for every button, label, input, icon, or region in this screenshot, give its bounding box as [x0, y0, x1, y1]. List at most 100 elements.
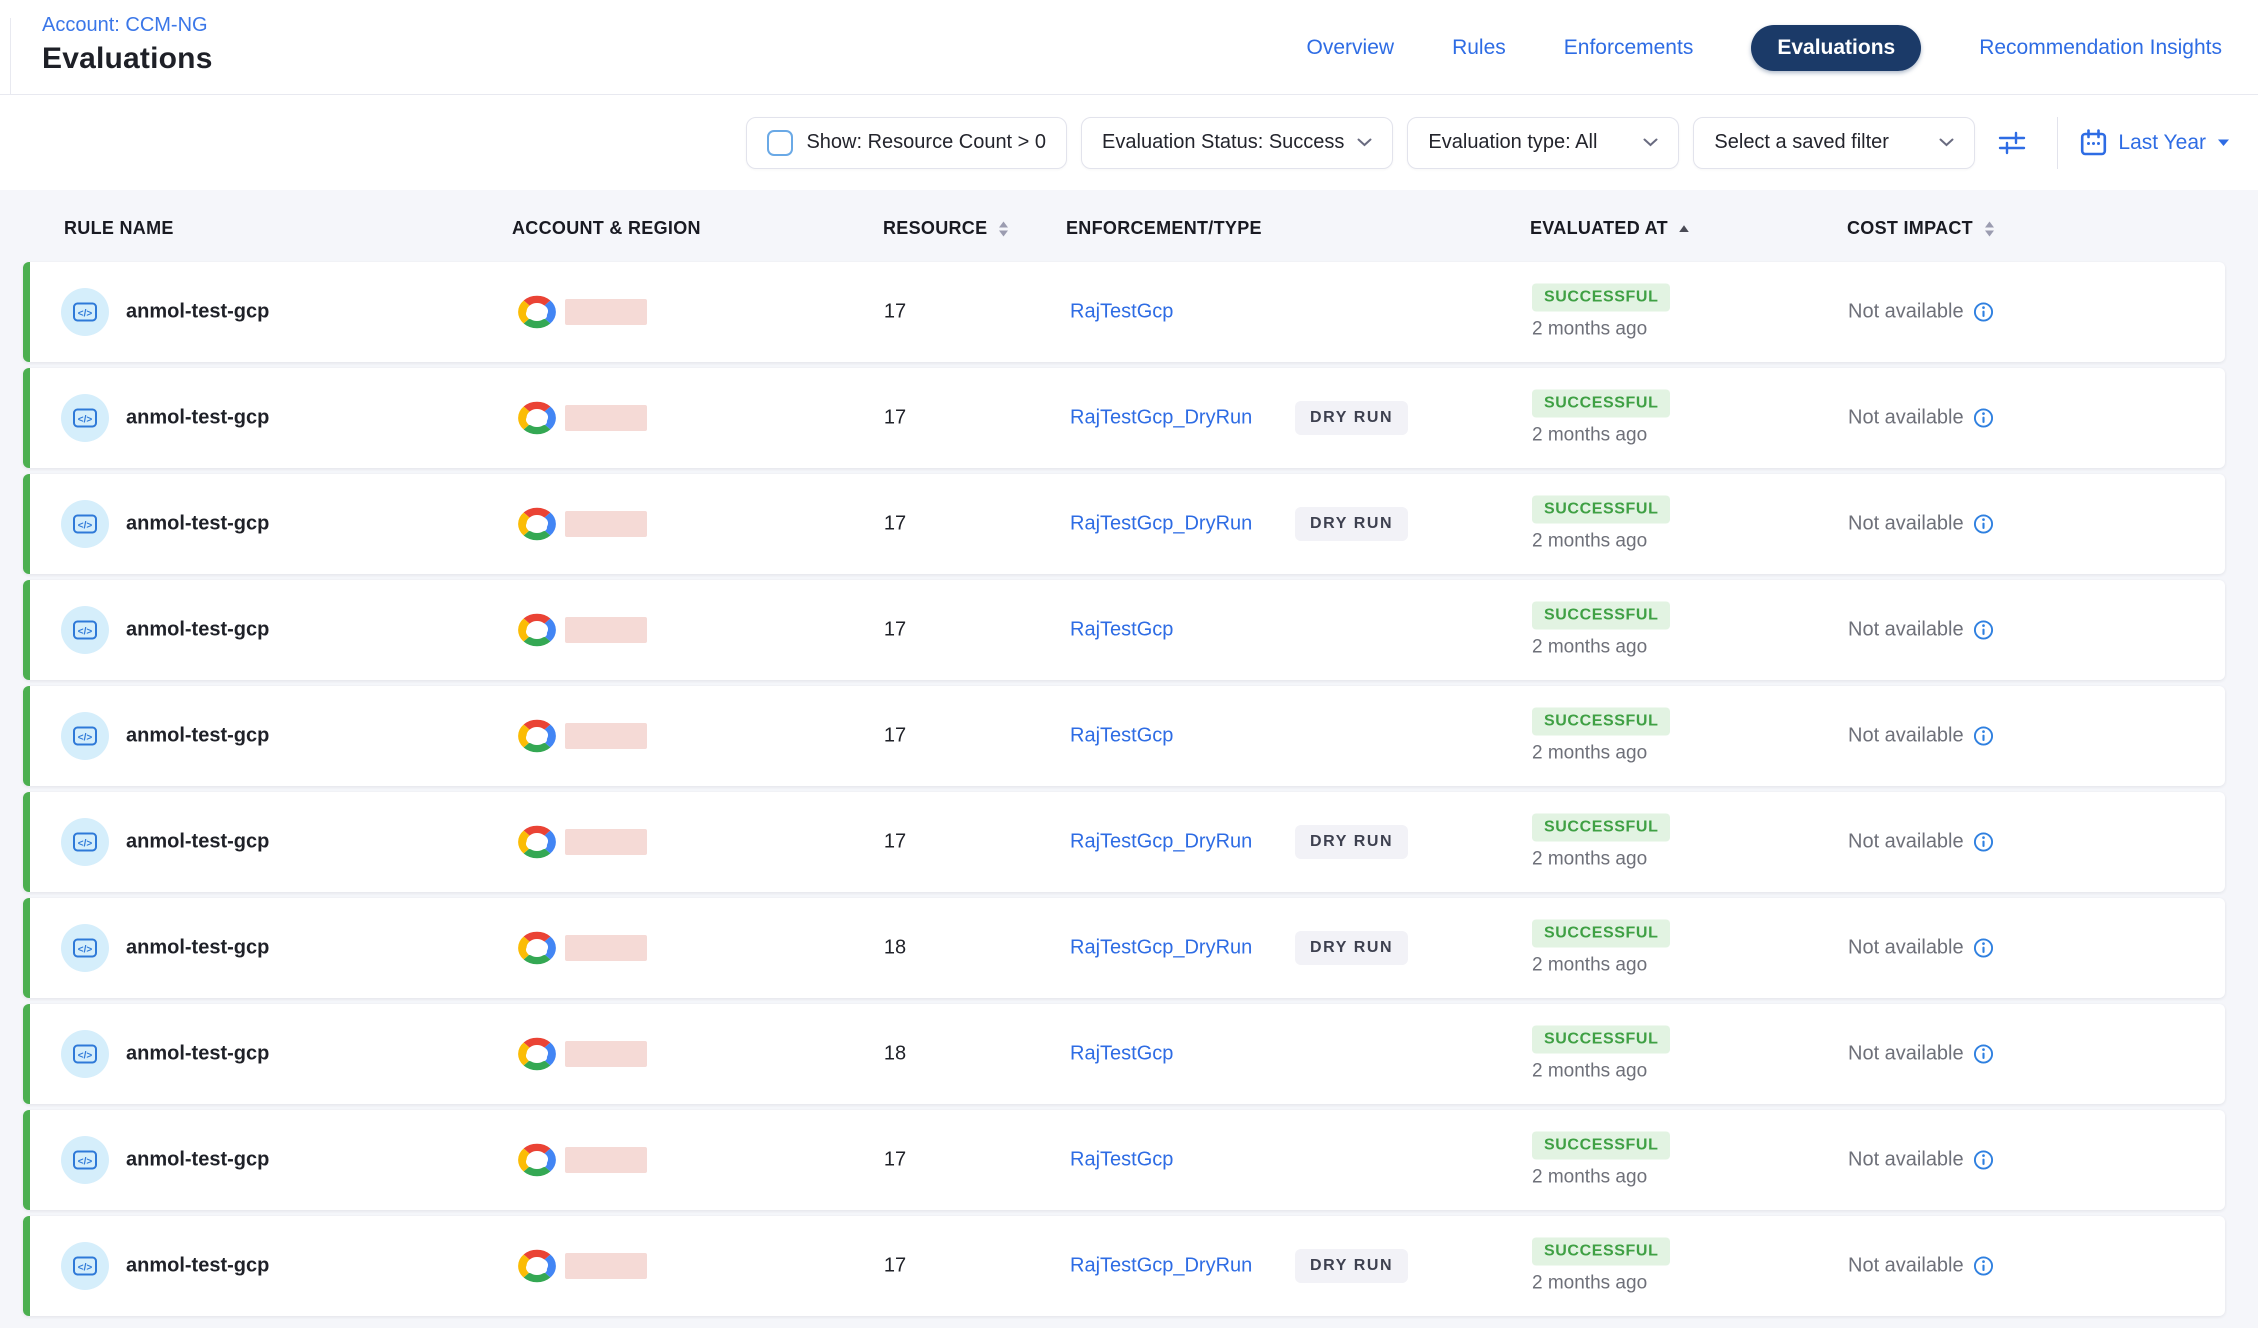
enforcement-link[interactable]: RajTestGcp [1070, 301, 1173, 324]
info-circle-icon[interactable] [1973, 302, 1994, 323]
evaluation-row[interactable]: </> anmol-test-gcp 17 RajTestGcp SUCCESS… [23, 580, 2225, 680]
svg-text:</>: </> [78, 309, 93, 320]
status-badge: SUCCESSFUL [1532, 496, 1670, 524]
gcp-cloud-icon [516, 506, 558, 542]
cost-impact-cell: Not available [1848, 725, 1994, 748]
resource-count: 17 [835, 725, 955, 748]
enforcement-link[interactable]: RajTestGcp [1070, 619, 1173, 642]
tab-recommendation-insights[interactable]: Recommendation Insights [1979, 36, 2222, 60]
tab-evaluations[interactable]: Evaluations [1751, 25, 1921, 71]
svg-text:</>: </> [78, 1157, 93, 1168]
tab-enforcements[interactable]: Enforcements [1564, 36, 1694, 60]
tab-overview[interactable]: Overview [1307, 36, 1395, 60]
status-badge: SUCCESSFUL [1532, 708, 1670, 736]
enforcement-link[interactable]: RajTestGcp_DryRun [1070, 937, 1252, 960]
resource-count: 18 [835, 937, 955, 960]
page-title: Evaluations [42, 42, 213, 76]
gcp-cloud-icon [516, 718, 558, 754]
evaluated-at-cell: SUCCESSFUL 2 months ago [1532, 1238, 1670, 1295]
gcp-cloud-icon [516, 1036, 558, 1072]
svg-text:</>: </> [78, 1051, 93, 1062]
enforcement-link[interactable]: RajTestGcp [1070, 1149, 1173, 1172]
evaluated-time: 2 months ago [1532, 1273, 1647, 1295]
cost-impact-cell: Not available [1848, 1043, 1994, 1066]
gcp-cloud-icon [516, 824, 558, 860]
info-circle-icon[interactable] [1973, 726, 1994, 747]
cost-impact-value: Not available [1848, 937, 1964, 960]
resource-count-label: Show: Resource Count > 0 [806, 131, 1046, 154]
tab-rules[interactable]: Rules [1452, 36, 1506, 60]
evaluation-row[interactable]: </> anmol-test-gcp 17 RajTestGcp_DryRun … [23, 792, 2225, 892]
enforcement-link[interactable]: RajTestGcp [1070, 725, 1173, 748]
evaluation-row[interactable]: </> anmol-test-gcp 17 RajTestGcp SUCCESS… [23, 1110, 2225, 1210]
evaluations-table: RULE NAME ACCOUNT & REGION RESOURCE ENFO… [0, 190, 2258, 1328]
rule-icon: </> [61, 394, 109, 442]
status-badge: SUCCESSFUL [1532, 1132, 1670, 1160]
evaluation-row[interactable]: </> anmol-test-gcp 18 RajTestGcp SUCCESS… [23, 1004, 2225, 1104]
info-circle-icon[interactable] [1973, 1044, 1994, 1065]
evaluation-row[interactable]: </> anmol-test-gcp 17 RajTestGcp_DryRun … [23, 1216, 2225, 1316]
evaluated-at-cell: SUCCESSFUL 2 months ago [1532, 920, 1670, 977]
account-region-redacted [565, 617, 647, 643]
evaluation-status-dropdown[interactable]: Evaluation Status: Success [1081, 117, 1393, 169]
status-badge: SUCCESSFUL [1532, 284, 1670, 312]
info-circle-icon[interactable] [1973, 408, 1994, 429]
evaluation-row[interactable]: </> anmol-test-gcp 17 RajTestGcp SUCCESS… [23, 262, 2225, 362]
evaluation-row[interactable]: </> anmol-test-gcp 18 RajTestGcp_DryRun … [23, 898, 2225, 998]
enforcement-link[interactable]: RajTestGcp [1070, 1043, 1173, 1066]
info-circle-icon[interactable] [1973, 514, 1994, 535]
col-evaluated-at[interactable]: EVALUATED AT [1530, 218, 1690, 239]
enforcement-link[interactable]: RajTestGcp_DryRun [1070, 513, 1252, 536]
account-region-redacted [565, 829, 647, 855]
resource-count-checkbox[interactable] [767, 130, 793, 156]
rule-icon: </> [61, 1242, 109, 1290]
info-circle-icon[interactable] [1973, 620, 1994, 641]
calendar-icon [2080, 129, 2107, 157]
evaluation-row[interactable]: </> anmol-test-gcp 17 RajTestGcp_DryRun … [23, 368, 2225, 468]
cost-impact-value: Not available [1848, 1255, 1964, 1278]
rule-name: anmol-test-gcp [126, 937, 269, 960]
cost-impact-cell: Not available [1848, 1255, 1994, 1278]
saved-filter-dropdown[interactable]: Select a saved filter [1693, 117, 1975, 169]
enforcement-link[interactable]: RajTestGcp_DryRun [1070, 407, 1252, 430]
col-resource[interactable]: RESOURCE [883, 218, 1010, 239]
resource-count: 17 [835, 1149, 955, 1172]
table-body: </> anmol-test-gcp 17 RajTestGcp SUCCESS… [0, 262, 2258, 1316]
status-badge: SUCCESSFUL [1532, 814, 1670, 842]
info-circle-icon[interactable] [1973, 832, 1994, 853]
filter-settings-button[interactable] [1989, 117, 2035, 169]
sort-up-down-icon [1983, 220, 1996, 238]
rule-name: anmol-test-gcp [126, 831, 269, 854]
rule-name: anmol-test-gcp [126, 1149, 269, 1172]
evaluation-row[interactable]: </> anmol-test-gcp 17 RajTestGcp_DryRun … [23, 474, 2225, 574]
account-region-redacted [565, 1147, 647, 1173]
rule-icon: </> [61, 288, 109, 336]
col-enforcement-type: ENFORCEMENT/TYPE [1066, 218, 1262, 239]
dry-run-badge: DRY RUN [1295, 825, 1408, 859]
enforcement-link[interactable]: RajTestGcp_DryRun [1070, 831, 1252, 854]
evaluated-time: 2 months ago [1532, 637, 1647, 659]
account-region-redacted [565, 723, 647, 749]
chevron-down-icon [1939, 138, 1954, 147]
resource-count-filter-chip[interactable]: Show: Resource Count > 0 [746, 117, 1067, 169]
date-range-picker[interactable]: Last Year [2080, 129, 2230, 157]
enforcement-link[interactable]: RajTestGcp_DryRun [1070, 1255, 1252, 1278]
sort-up-down-icon [997, 220, 1010, 238]
status-badge: SUCCESSFUL [1532, 602, 1670, 630]
dry-run-badge-wrap: DRY RUN [1295, 507, 1408, 541]
info-circle-icon[interactable] [1973, 1150, 1994, 1171]
col-cost-impact[interactable]: COST IMPACT [1847, 218, 1996, 239]
resource-count: 17 [835, 619, 955, 642]
evaluated-time: 2 months ago [1532, 955, 1647, 977]
account-region-redacted [565, 1041, 647, 1067]
breadcrumb-account-link[interactable]: Account: CCM-NG [42, 14, 208, 37]
cost-impact-cell: Not available [1848, 619, 1994, 642]
evaluation-row[interactable]: </> anmol-test-gcp 17 RajTestGcp SUCCESS… [23, 686, 2225, 786]
account-region-redacted [565, 405, 647, 431]
info-circle-icon[interactable] [1973, 938, 1994, 959]
info-circle-icon[interactable] [1973, 1256, 1994, 1277]
chevron-down-icon [1357, 138, 1372, 147]
account-region-redacted [565, 511, 647, 537]
cost-impact-value: Not available [1848, 1043, 1964, 1066]
evaluation-type-dropdown[interactable]: Evaluation type: All [1407, 117, 1679, 169]
